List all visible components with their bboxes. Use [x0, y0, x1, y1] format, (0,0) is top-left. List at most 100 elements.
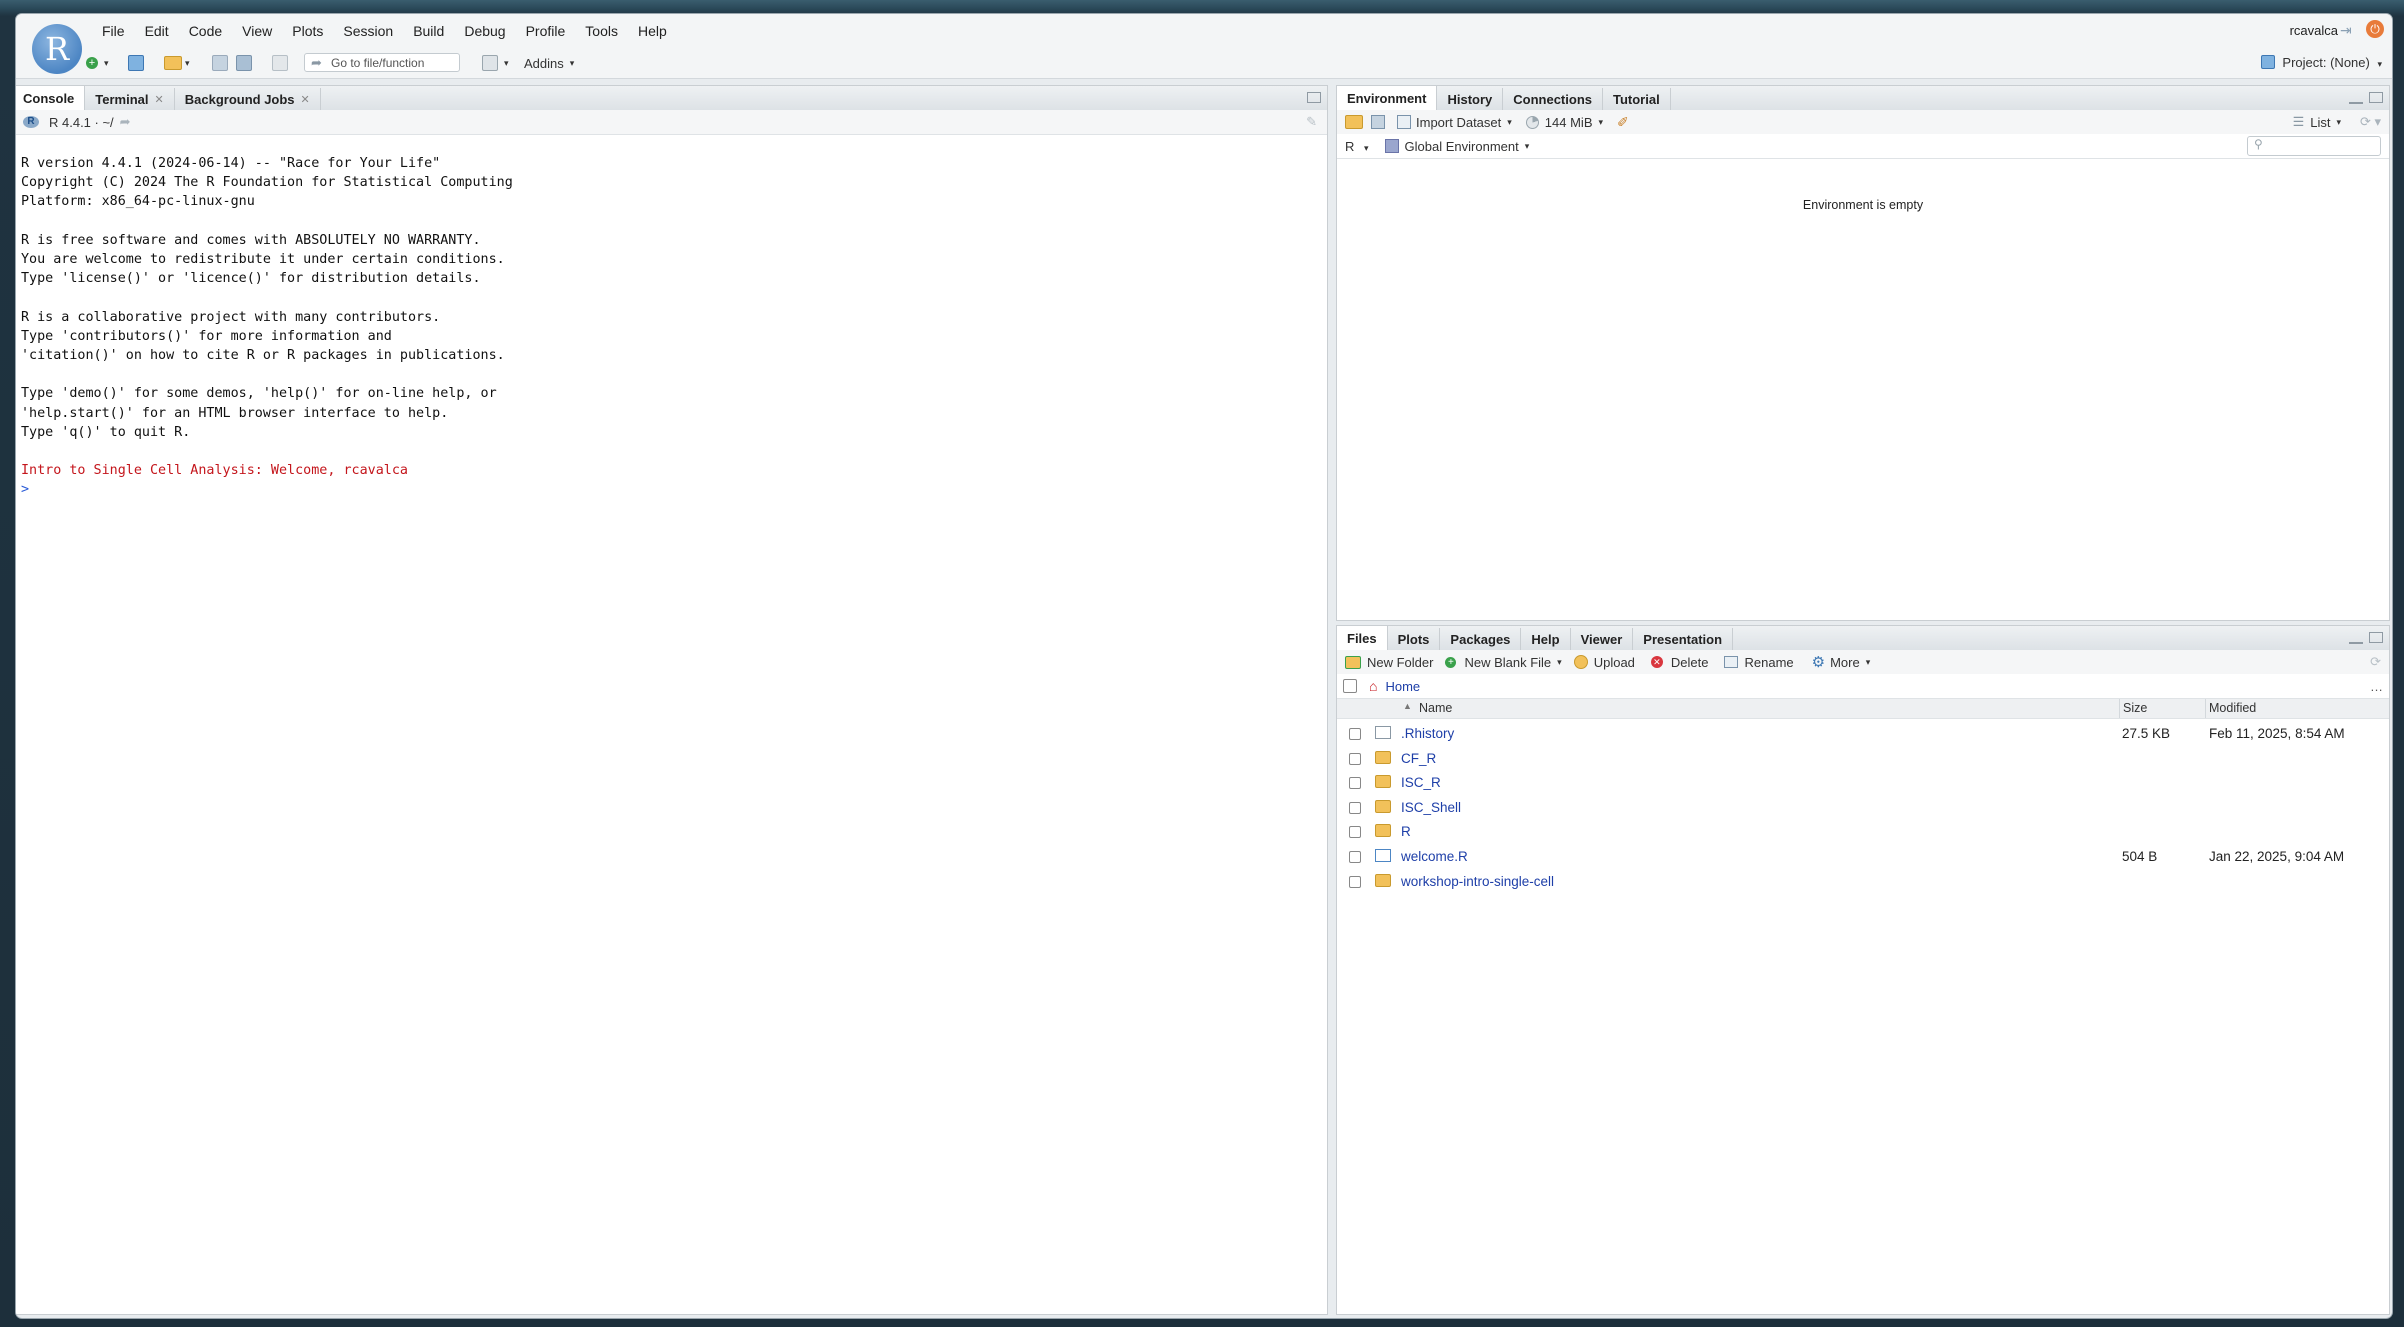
- tab-plots[interactable]: Plots: [1388, 628, 1441, 650]
- file-row[interactable]: welcome.R 504 B Jan 22, 2025, 9:04 AM: [1337, 845, 2389, 869]
- addins-menu[interactable]: Addins ▾: [524, 54, 574, 72]
- quit-session-icon[interactable]: ⏻: [2366, 20, 2384, 38]
- maximize-pane-icon[interactable]: [2369, 632, 2383, 643]
- column-name[interactable]: Name: [1419, 701, 1452, 715]
- file-row[interactable]: R: [1337, 820, 2389, 844]
- file-checkbox[interactable]: [1349, 875, 1361, 888]
- file-checkbox[interactable]: [1349, 752, 1361, 765]
- minimize-pane-icon[interactable]: [2349, 97, 2363, 104]
- home-icon[interactable]: ⌂: [1369, 678, 1377, 694]
- tab-tutorial[interactable]: Tutorial: [1603, 88, 1671, 110]
- clear-console-icon[interactable]: ✎: [1306, 114, 1317, 130]
- new-project-button[interactable]: [128, 54, 144, 72]
- breadcrumb-home[interactable]: Home: [1385, 679, 1420, 694]
- new-blank-file-button[interactable]: + New Blank File ▾: [1445, 655, 1562, 670]
- menu-debug[interactable]: Debug: [454, 22, 515, 40]
- menu-edit[interactable]: Edit: [135, 22, 179, 40]
- maximize-pane-icon[interactable]: [2369, 92, 2383, 103]
- menu-tools[interactable]: Tools: [575, 22, 628, 40]
- file-checkbox[interactable]: [1349, 826, 1361, 839]
- r-logo[interactable]: R: [32, 24, 82, 74]
- go-to-file-input[interactable]: ➦ Go to file/function: [304, 53, 460, 72]
- tab-help[interactable]: Help: [1521, 628, 1571, 650]
- open-folder-icon: [164, 56, 182, 70]
- global-env-icon: [1384, 139, 1399, 153]
- search-icon: ⚲: [2254, 137, 2263, 151]
- console-prompt[interactable]: >: [21, 480, 513, 499]
- save-workspace-icon[interactable]: [1371, 115, 1385, 129]
- close-icon[interactable]: ✕: [301, 93, 310, 106]
- column-size[interactable]: Size: [2123, 701, 2147, 715]
- tab-files[interactable]: Files: [1337, 626, 1388, 650]
- column-modified[interactable]: Modified: [2209, 701, 2256, 715]
- view-mode-menu[interactable]: ☰ List ▾: [2293, 114, 2341, 130]
- tab-connections[interactable]: Connections: [1503, 88, 1603, 110]
- file-name[interactable]: CF_R: [1401, 751, 1436, 766]
- r-file-icon: [1375, 849, 1391, 862]
- tab-environment[interactable]: Environment: [1337, 86, 1438, 110]
- clear-workspace-broom-icon[interactable]: ✐: [1617, 114, 1629, 131]
- save-all-button[interactable]: [236, 54, 252, 72]
- open-file-button[interactable]: ▾: [164, 54, 190, 72]
- file-row[interactable]: workshop-intro-single-cell: [1337, 870, 2389, 894]
- sign-out-icon[interactable]: ⇥: [2340, 22, 2356, 38]
- file-name[interactable]: welcome.R: [1401, 849, 1468, 864]
- menu-session[interactable]: Session: [333, 22, 403, 40]
- file-row[interactable]: CF_R: [1337, 747, 2389, 771]
- new-file-button[interactable]: + ▾: [86, 54, 109, 72]
- file-row[interactable]: .Rhistory 27.5 KB Feb 11, 2025, 8:54 AM: [1337, 722, 2389, 746]
- delete-button[interactable]: ✕ Delete: [1650, 655, 1708, 670]
- file-name[interactable]: R: [1401, 824, 1411, 839]
- tab-terminal[interactable]: Terminal ✕: [85, 88, 175, 110]
- console-output[interactable]: R version 4.4.1 (2024-06-14) -- "Race fo…: [21, 154, 513, 500]
- file-checkbox[interactable]: [1349, 728, 1361, 740]
- new-folder-button[interactable]: New Folder: [1345, 655, 1433, 670]
- sort-ascending-icon[interactable]: ▲: [1403, 701, 1412, 711]
- import-dataset-menu[interactable]: Import Dataset ▾: [1397, 115, 1512, 130]
- more-menu[interactable]: ⚙ More ▾: [1812, 653, 1871, 671]
- menu-code[interactable]: Code: [179, 22, 232, 40]
- menu-help[interactable]: Help: [628, 22, 677, 40]
- menu-profile[interactable]: Profile: [516, 22, 576, 40]
- workspace-panes-button[interactable]: ▾: [482, 54, 509, 72]
- file-checkbox[interactable]: [1349, 777, 1361, 790]
- file-checkbox[interactable]: [1349, 801, 1361, 814]
- upload-button[interactable]: Upload: [1573, 655, 1635, 670]
- select-all-checkbox[interactable]: [1343, 679, 1357, 693]
- menu-plots[interactable]: Plots: [282, 22, 333, 40]
- refresh-icon[interactable]: ⟳: [2370, 654, 2381, 670]
- tab-packages[interactable]: Packages: [1440, 628, 1522, 650]
- more-options-icon[interactable]: …: [2370, 679, 2383, 694]
- file-checkbox[interactable]: [1349, 851, 1361, 863]
- file-name[interactable]: ISC_R: [1401, 775, 1441, 790]
- file-modified: Jan 22, 2025, 9:04 AM: [2209, 849, 2345, 864]
- menu-build[interactable]: Build: [403, 22, 454, 40]
- menu-view[interactable]: View: [232, 22, 282, 40]
- scope-menu[interactable]: Global Environment ▾: [1384, 139, 1529, 154]
- file-row[interactable]: ISC_R: [1337, 771, 2389, 795]
- restore-pane-icon[interactable]: [1307, 92, 1321, 103]
- file-name[interactable]: workshop-intro-single-cell: [1401, 874, 1554, 889]
- file-name[interactable]: .Rhistory: [1401, 726, 1454, 741]
- environment-search-input[interactable]: ⚲: [2247, 136, 2381, 156]
- close-icon[interactable]: ✕: [155, 93, 164, 106]
- load-workspace-icon[interactable]: [1345, 115, 1363, 129]
- refresh-icon[interactable]: ⟳ ▾: [2360, 114, 2381, 130]
- minimize-pane-icon[interactable]: [2349, 637, 2363, 644]
- go-to-directory-icon[interactable]: ➦: [120, 114, 131, 130]
- tab-history[interactable]: History: [1437, 88, 1504, 110]
- file-name[interactable]: ISC_Shell: [1401, 800, 1461, 815]
- project-menu[interactable]: Project: (None) ▾: [2260, 55, 2382, 70]
- tab-presentation[interactable]: Presentation: [1633, 628, 1734, 650]
- project-icon: [2260, 55, 2275, 69]
- tab-background-jobs[interactable]: Background Jobs ✕: [175, 88, 321, 110]
- file-row[interactable]: ISC_Shell: [1337, 796, 2389, 820]
- tab-viewer[interactable]: Viewer: [1571, 628, 1634, 650]
- tab-console[interactable]: Console: [16, 86, 86, 110]
- save-button[interactable]: [212, 54, 228, 72]
- print-button[interactable]: [272, 54, 288, 72]
- rename-button[interactable]: Rename: [1724, 655, 1794, 670]
- menu-file[interactable]: File: [92, 22, 135, 40]
- language-menu[interactable]: R ▾: [1345, 139, 1369, 154]
- memory-usage-menu[interactable]: 144 MiB ▾: [1525, 115, 1603, 130]
